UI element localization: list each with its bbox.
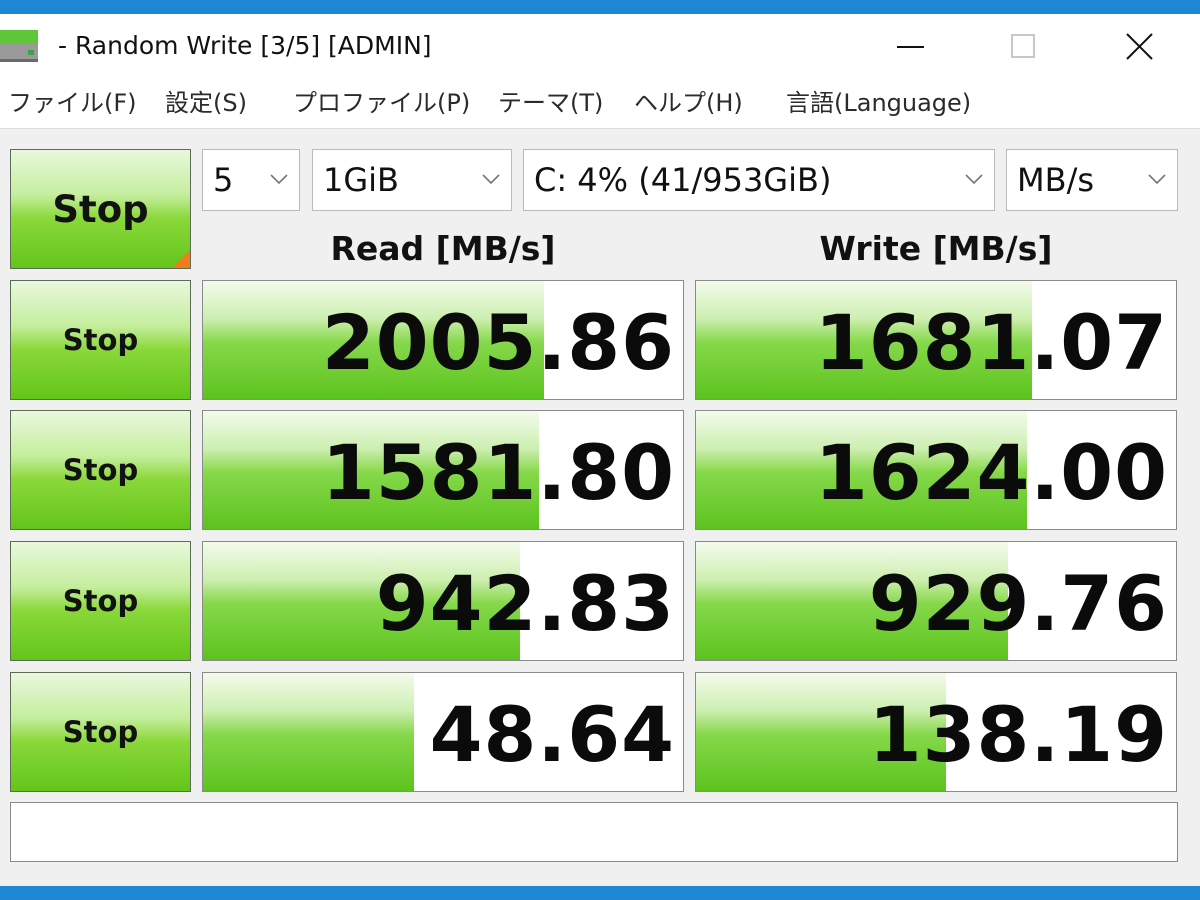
all-stop-button[interactable]: Stop (10, 149, 191, 269)
title-bar[interactable]: - Random Write [3/5] [ADMIN] (0, 14, 1200, 78)
maximize-button[interactable] (966, 14, 1082, 78)
drive-value: C: 4% (41/953GiB) (534, 161, 832, 199)
row-stop-label: Stop (62, 453, 139, 487)
row-2-read-cell: 1581.80 (202, 410, 684, 530)
write-value: 1624.00 (814, 428, 1168, 517)
chevron-down-icon (270, 174, 288, 185)
comment-field[interactable] (10, 802, 1178, 862)
all-stop-label: Stop (52, 187, 149, 231)
menu-file[interactable]: ファイル(F) (8, 86, 137, 120)
row-4-stop-button[interactable]: Stop (10, 672, 191, 792)
read-value: 2005.86 (321, 298, 675, 387)
row-1-stop-button[interactable]: Stop (10, 280, 191, 400)
row-4-read-cell: 48.64 (202, 672, 684, 792)
write-value: 138.19 (868, 690, 1168, 779)
maximize-icon (1011, 34, 1035, 58)
count-value: 5 (213, 161, 234, 199)
read-value: 1581.80 (321, 428, 675, 517)
read-header: Read [MB/s] (330, 229, 556, 268)
chevron-down-icon (482, 174, 500, 185)
row-stop-label: Stop (62, 323, 139, 357)
read-value: 942.83 (375, 559, 675, 648)
unit-value: MB/s (1017, 161, 1095, 199)
row-3-write-cell: 929.76 (695, 541, 1177, 661)
row-3-stop-button[interactable]: Stop (10, 541, 191, 661)
row-1-read-cell: 2005.86 (202, 280, 684, 400)
close-button[interactable] (1082, 14, 1198, 78)
minimize-icon (897, 46, 924, 48)
row-2-write-cell: 1624.00 (695, 410, 1177, 530)
size-select[interactable]: 1GiB (312, 149, 512, 211)
chevron-down-icon (965, 174, 983, 185)
count-select[interactable]: 5 (202, 149, 300, 211)
drive-select[interactable]: C: 4% (41/953GiB) (523, 149, 995, 211)
menu-language[interactable]: 言語(Language) (786, 86, 971, 120)
read-bar (203, 673, 415, 791)
menu-profile[interactable]: プロファイル(P) (293, 86, 470, 120)
row-4-write-cell: 138.19 (695, 672, 1177, 792)
menu-help[interactable]: ヘルプ(H) (634, 86, 743, 120)
menu-settings[interactable]: 設定(S) (165, 86, 247, 120)
corner-marker (172, 250, 190, 268)
app-window: - Random Write [3/5] [ADMIN] ファイル(F) 設定(… (0, 14, 1200, 886)
row-stop-label: Stop (62, 715, 139, 749)
row-2-stop-button[interactable]: Stop (10, 410, 191, 530)
write-value: 929.76 (868, 559, 1168, 648)
write-value: 1681.07 (814, 298, 1168, 387)
minimize-button[interactable] (852, 14, 968, 78)
chevron-down-icon (1148, 174, 1166, 185)
menu-bar: ファイル(F) 設定(S) プロファイル(P) テーマ(T) ヘルプ(H) 言語… (0, 78, 1200, 129)
unit-select[interactable]: MB/s (1006, 149, 1178, 211)
menu-theme[interactable]: テーマ(T) (498, 86, 603, 120)
close-icon (1126, 33, 1153, 60)
disk-icon (0, 30, 38, 62)
window-title: - Random Write [3/5] [ADMIN] (58, 31, 432, 60)
row-stop-label: Stop (62, 584, 139, 618)
size-value: 1GiB (323, 161, 399, 199)
row-1-write-cell: 1681.07 (695, 280, 1177, 400)
write-header: Write [MB/s] (819, 229, 1053, 268)
read-value: 48.64 (429, 690, 675, 779)
row-3-read-cell: 942.83 (202, 541, 684, 661)
